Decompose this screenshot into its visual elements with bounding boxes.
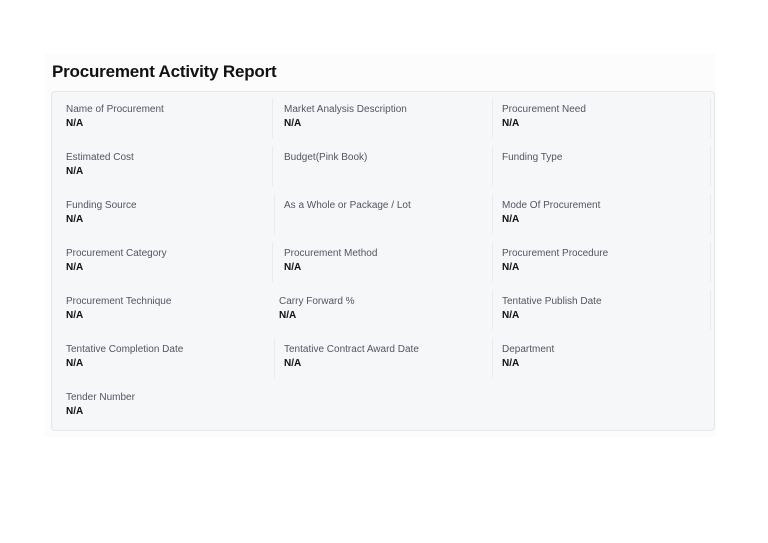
column-divider <box>710 98 711 138</box>
field-label: Tentative Contract Award Date <box>284 344 419 355</box>
field-funding-source: Funding Source N/A <box>66 200 137 238</box>
field-procurement-category: Procurement Category N/A <box>66 248 167 286</box>
field-whole-or-package-lot: As a Whole or Package / Lot <box>284 200 411 238</box>
field-value: N/A <box>66 166 84 177</box>
field-label: Tentative Completion Date <box>66 344 184 355</box>
field-estimated-cost: Estimated Cost N/A <box>66 152 134 190</box>
column-divider <box>710 194 711 234</box>
field-value: N/A <box>66 406 84 417</box>
field-label: Funding Type <box>502 152 563 163</box>
field-value: N/A <box>502 118 520 129</box>
field-value: N/A <box>279 310 297 321</box>
field-tentative-publish-date: Tentative Publish Date N/A <box>502 296 602 334</box>
field-value: N/A <box>66 310 84 321</box>
field-market-analysis-description: Market Analysis Description N/A <box>284 104 407 142</box>
field-label: Estimated Cost <box>66 152 134 163</box>
procurement-details-card: Name of Procurement N/A Market Analysis … <box>51 91 715 431</box>
field-tentative-completion-date: Tentative Completion Date N/A <box>66 344 183 382</box>
report-page: Procurement Activity Report Name of Proc… <box>0 0 768 543</box>
field-tender-number: Tender Number N/A <box>66 392 135 430</box>
field-procurement-need: Procurement Need N/A <box>502 104 586 142</box>
column-divider <box>272 146 273 186</box>
column-divider <box>492 242 493 282</box>
column-divider <box>492 98 493 138</box>
field-label: Procurement Technique <box>66 296 172 307</box>
field-value: N/A <box>502 214 520 225</box>
field-value: N/A <box>284 358 302 369</box>
field-label: Market Analysis Description <box>284 104 407 115</box>
field-label: Tender Number <box>66 392 135 403</box>
field-mode-of-procurement: Mode Of Procurement N/A <box>502 200 600 238</box>
field-label: Carry Forward % <box>279 296 355 307</box>
field-label: As a Whole or Package / Lot <box>284 200 411 211</box>
field-label: Name of Procurement <box>66 104 164 115</box>
field-value: N/A <box>66 358 84 369</box>
field-value: N/A <box>502 262 520 273</box>
field-value: N/A <box>502 310 520 321</box>
field-value: N/A <box>66 262 84 273</box>
column-divider <box>492 146 493 186</box>
field-label: Budget(Pink Book) <box>284 152 368 163</box>
field-label: Procurement Category <box>66 248 167 259</box>
column-divider <box>492 338 493 378</box>
field-label: Procurement Procedure <box>502 248 609 259</box>
field-value: N/A <box>66 118 84 129</box>
field-value: N/A <box>284 262 302 273</box>
field-budget-pink-book: Budget(Pink Book) <box>284 152 367 190</box>
field-department: Department N/A <box>502 344 554 382</box>
field-value: N/A <box>66 214 84 225</box>
field-label: Procurement Need <box>502 104 586 115</box>
field-label: Procurement Method <box>284 248 378 259</box>
column-divider <box>710 146 711 186</box>
field-funding-type: Funding Type <box>502 152 562 190</box>
field-value: N/A <box>284 118 302 129</box>
field-tentative-contract-award-date: Tentative Contract Award Date N/A <box>284 344 419 382</box>
field-label: Funding Source <box>66 200 137 211</box>
column-divider <box>492 194 493 234</box>
field-procurement-procedure: Procurement Procedure N/A <box>502 248 608 286</box>
field-procurement-technique: Procurement Technique N/A <box>66 296 171 334</box>
field-procurement-method: Procurement Method N/A <box>284 248 377 286</box>
column-divider <box>492 290 493 330</box>
field-label: Tentative Publish Date <box>502 296 602 307</box>
column-divider <box>274 194 275 234</box>
field-carry-forward-percent: Carry Forward % N/A <box>279 296 355 334</box>
page-title: Procurement Activity Report <box>52 62 277 81</box>
column-divider <box>272 98 273 138</box>
column-divider <box>710 290 711 330</box>
field-label: Department <box>502 344 555 355</box>
field-name-of-procurement: Name of Procurement N/A <box>66 104 164 142</box>
column-divider <box>272 242 273 282</box>
column-divider <box>274 338 275 378</box>
field-value: N/A <box>502 358 520 369</box>
column-divider <box>710 242 711 282</box>
field-label: Mode Of Procurement <box>502 200 601 211</box>
